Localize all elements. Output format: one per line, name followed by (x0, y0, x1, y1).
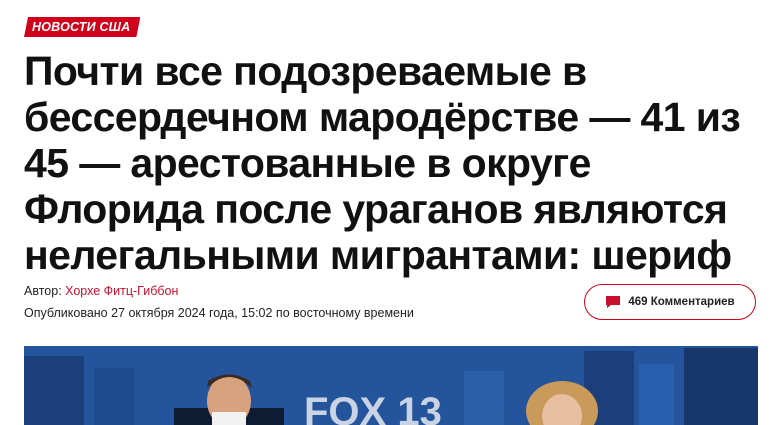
article-meta: Автор: Хорхе Фитц-Гиббон Опубликовано 27… (24, 283, 414, 327)
station-logo: FOX 13 (304, 390, 442, 425)
published-date: Опубликовано 27 октября 2024 года, 15:02… (24, 306, 414, 320)
comments-button[interactable]: 469 Комментариев (584, 284, 756, 320)
category-badge[interactable]: НОВОСТИ США (24, 17, 140, 37)
byline-label: Автор: (24, 284, 62, 298)
hero-image-scene: FOX 13 (24, 346, 758, 425)
article-headline: Почти все подозреваемые в бессердечном м… (24, 48, 741, 278)
byline: Автор: Хорхе Фитц-Гиббон (24, 283, 414, 305)
author-link[interactable]: Хорхе Фитц-Гиббон (65, 284, 178, 298)
comment-icon (605, 295, 621, 309)
hero-image[interactable]: FOX 13 (24, 346, 758, 425)
svg-text:FOX 13: FOX 13 (304, 390, 442, 425)
comments-label: 469 Комментариев (628, 296, 735, 308)
